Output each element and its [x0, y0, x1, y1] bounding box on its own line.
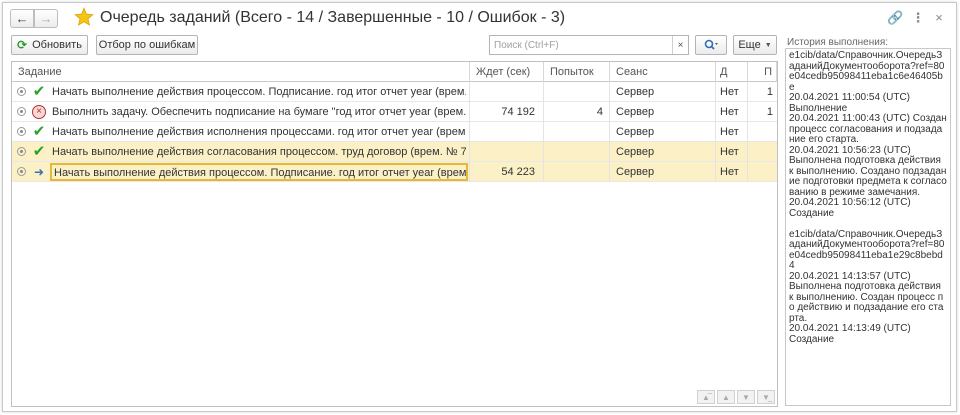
task-cell: ✔ Начать выполнение действия процессом. …: [12, 82, 470, 102]
search-field: ×: [489, 35, 689, 55]
scroll-page-up-icon[interactable]: ▲: [717, 390, 735, 404]
table-row-selected[interactable]: ➜ Начать выполнение действия процессом. …: [12, 162, 777, 182]
clear-search-icon[interactable]: ×: [672, 36, 688, 54]
table-row[interactable]: ✔ Начать выполнение действия процессом. …: [12, 82, 777, 102]
wait-cell: 54 223: [470, 162, 544, 182]
task-text: Начать выполнение действия согласования …: [52, 146, 466, 158]
status-running-icon: ➜: [33, 165, 45, 179]
d-cell: Нет: [716, 122, 748, 142]
scroll-buttons: ▲̅ ▲ ▼ ▼̲: [697, 390, 775, 404]
column-header-p[interactable]: П: [748, 62, 777, 82]
wait-cell: [470, 82, 544, 102]
attempts-cell: [544, 142, 610, 162]
d-cell: Нет: [716, 142, 748, 162]
column-header-attempts[interactable]: Попыток: [544, 62, 610, 82]
status-error-icon: ×: [31, 104, 47, 120]
history-text[interactable]: e1cib/data/Справочник.ОчередьЗаданийДоку…: [785, 48, 951, 406]
chevron-down-icon: ▼: [764, 41, 772, 49]
attempts-cell: [544, 82, 610, 102]
close-icon[interactable]: ×: [931, 10, 947, 26]
p-cell: 1: [766, 86, 773, 98]
expand-icon[interactable]: [17, 87, 26, 96]
wait-cell: [470, 122, 544, 142]
session-cell: Сервер: [610, 82, 716, 102]
column-header-task[interactable]: Задание: [12, 62, 470, 82]
title-bar: ← → Очередь заданий (Всего - 14 / Заверш…: [3, 3, 956, 33]
refresh-icon: ⟳: [17, 38, 28, 52]
task-text: Выполнить задачу. Обеспечить подписание …: [52, 106, 466, 118]
job-queue-window: ← → Очередь заданий (Всего - 14 / Заверш…: [2, 2, 957, 412]
wait-cell: [470, 142, 544, 162]
more-vertical-icon[interactable]: ⋮: [910, 10, 926, 26]
filter-errors-button[interactable]: Отбор по ошибкам: [96, 35, 198, 55]
attempts-cell: 4: [544, 102, 610, 122]
task-cell: × Выполнить задачу. Обеспечить подписани…: [12, 102, 470, 122]
session-cell: Сервер: [610, 122, 716, 142]
column-header-session[interactable]: Сеанс: [610, 62, 716, 82]
wait-cell: 74 192: [470, 102, 544, 122]
forward-button[interactable]: →: [34, 9, 58, 28]
more-label: Еще: [738, 39, 761, 51]
refresh-button[interactable]: ⟳ Обновить: [11, 35, 88, 55]
d-cell: Нет: [716, 102, 748, 122]
d-cell: Нет: [716, 162, 748, 182]
session-cell: Сервер: [610, 162, 716, 182]
window-title: Очередь заданий (Всего - 14 / Завершенны…: [100, 9, 566, 26]
expand-icon[interactable]: [17, 107, 26, 116]
p-cell: [748, 162, 777, 182]
status-done-icon: ✔: [32, 123, 46, 140]
table-row[interactable]: × Выполнить задачу. Обеспечить подписани…: [12, 102, 777, 122]
arrow-right-icon: →: [39, 11, 53, 26]
scroll-top-icon[interactable]: ▲̅: [697, 390, 715, 404]
expand-icon[interactable]: [17, 167, 26, 176]
session-cell: Сервер: [610, 142, 716, 162]
session-cell: Сервер: [610, 102, 716, 122]
column-header-wait[interactable]: Ждет (сек): [470, 62, 544, 82]
find-button[interactable]: [695, 35, 727, 55]
column-header-d[interactable]: Д: [716, 62, 748, 82]
expand-icon[interactable]: [17, 127, 26, 136]
favorite-star-icon[interactable]: [74, 7, 94, 27]
filter-errors-label: Отбор по ошибкам: [98, 39, 196, 51]
refresh-label: Обновить: [32, 39, 82, 51]
task-text: Начать выполнение действия исполнения пр…: [52, 126, 466, 138]
search-icon: [704, 39, 718, 50]
status-done-icon: ✔: [32, 143, 46, 160]
attempts-cell: [544, 162, 610, 182]
task-text: Начать выполнение действия процессом. По…: [52, 86, 466, 98]
p-cell: 1: [766, 106, 773, 118]
task-cell: ➜ Начать выполнение действия процессом. …: [12, 162, 470, 182]
attempts-cell: [544, 122, 610, 142]
history-label: История выполнения:: [787, 37, 889, 48]
d-cell: Нет: [716, 82, 748, 102]
task-cell: ✔ Начать выполнение действия исполнения …: [12, 122, 470, 142]
job-table: Задание Ждет (сек) Попыток Сеанс Д П ✔ Н…: [11, 61, 778, 407]
search-input[interactable]: [490, 36, 670, 54]
task-cell: ✔ Начать выполнение действия согласовани…: [12, 142, 470, 162]
scroll-page-down-icon[interactable]: ▼: [737, 390, 755, 404]
arrow-left-icon: ←: [15, 11, 29, 26]
more-button[interactable]: Еще ▼: [733, 35, 777, 55]
link-icon[interactable]: 🔗: [887, 10, 903, 26]
table-row[interactable]: ✔ Начать выполнение действия согласовани…: [12, 142, 777, 162]
p-cell: [748, 122, 777, 142]
expand-icon[interactable]: [17, 147, 26, 156]
p-cell: [748, 142, 777, 162]
back-button[interactable]: ←: [10, 9, 34, 28]
table-row[interactable]: ✔ Начать выполнение действия исполнения …: [12, 122, 777, 142]
scroll-bottom-icon[interactable]: ▼̲: [757, 390, 775, 404]
table-header: Задание Ждет (сек) Попыток Сеанс Д П: [12, 62, 777, 82]
status-done-icon: ✔: [32, 83, 46, 100]
task-text: Начать выполнение действия процессом. По…: [50, 163, 468, 181]
